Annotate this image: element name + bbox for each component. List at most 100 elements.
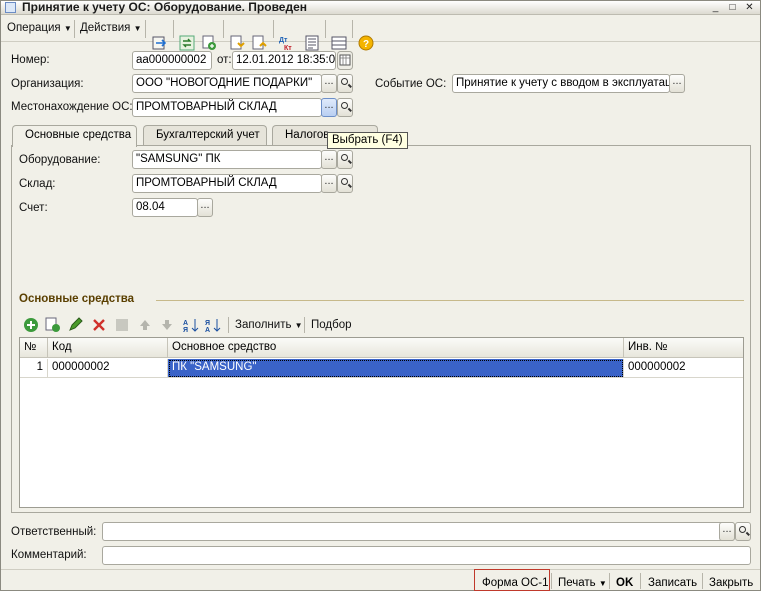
print-button[interactable]: Печать ▼ [558,577,607,589]
comment-label: Комментарий: [11,549,87,561]
event-label: Событие ОС: [375,78,447,90]
location-select-button[interactable]: ... [321,98,337,117]
toolbar-separator [702,573,703,589]
sort-ascending-icon[interactable]: AЯ [183,317,199,333]
toolbar-separator [551,573,552,589]
svg-text:A: A [205,327,210,333]
toolbar-separator [145,20,146,38]
tab-accounting[interactable]: Бухгалтерский учет [143,125,267,146]
equipment-field[interactable]: "SAMSUNG" ПК [132,150,322,169]
number-field[interactable]: аа000000002 [132,51,212,70]
post-and-close-icon[interactable] [152,35,168,51]
tab-fixed-assets[interactable]: Основные средства [12,125,137,147]
warehouse-open-button[interactable] [337,174,353,193]
column-header-inventory[interactable]: Инв. № [624,338,743,358]
title-bar: Принятие к учету ОС: Оборудование. Прове… [1,0,760,15]
add-row-icon[interactable] [23,317,39,333]
organization-label: Организация: [11,78,84,90]
minimize-icon[interactable]: _ [708,2,723,14]
organization-select-button[interactable]: ... [321,74,337,93]
location-open-button[interactable] [337,98,353,117]
warehouse-select-button[interactable]: ... [321,174,337,193]
tooltip: Выбрать (F4) [327,132,408,149]
asset-cell[interactable]: ПК "SAMSUNG" [168,359,624,378]
location-field[interactable]: ПРОМТОВАРНЫЙ СКЛАД [132,98,322,117]
magnifier-icon [341,154,348,161]
responsible-open-button[interactable] [735,522,751,541]
toolbar-separator [352,20,353,38]
magnifier-icon [739,526,746,533]
operation-menu[interactable]: Операция ▼ [7,22,72,34]
copy-document-icon[interactable] [201,35,217,51]
svg-text:Дт: Дт [279,37,288,44]
fill-menu[interactable]: Заполнить ▼ [235,319,303,331]
help-icon[interactable]: ? [358,35,374,51]
toolbar-separator [325,20,326,38]
maximize-icon[interactable]: □ [725,2,740,14]
report-icon[interactable] [304,35,320,51]
account-select-button[interactable]: ... [197,198,213,217]
organization-open-button[interactable] [337,74,353,93]
toolbar-separator [609,573,610,589]
assets-table[interactable]: № Код Основное средство Инв. № 1 0000000… [19,337,744,508]
svg-text:A: A [183,320,188,327]
section-title: Основные средства [19,293,135,305]
toolbar-separator [273,20,274,38]
column-header-number[interactable]: № [20,338,48,358]
calendar-icon[interactable] [337,51,353,70]
organization-field[interactable]: ООО "НОВОГОДНИЕ ПОДАРКИ" [132,74,322,93]
account-label: Счет: [19,202,48,214]
close-button[interactable]: Закрыть [709,577,753,589]
structure-icon[interactable] [331,35,347,51]
row-number-cell: 1 [20,359,48,378]
ok-button[interactable]: OK [616,577,633,589]
move-up-icon[interactable] [137,317,153,333]
toolbar-separator [173,20,174,38]
move-down-icon[interactable] [159,317,175,333]
bottom-bar [1,569,760,591]
toolbar-separator [228,317,229,333]
number-label: Номер: [11,54,50,66]
close-icon[interactable]: ✕ [742,2,757,14]
inventory-cell[interactable]: 000000002 [624,359,743,378]
toolbar: Операция ▼ Действия ▼ Дт Кт ? [1,16,760,51]
event-field[interactable]: Принятие к учету с вводом в эксплуатаци [452,74,670,93]
actions-menu[interactable]: Действия ▼ [80,22,142,34]
equipment-select-button[interactable]: ... [321,150,337,169]
responsible-field[interactable] [102,522,735,541]
date-field[interactable]: 12.01.2012 18:35:01 [232,51,336,70]
document-icon [5,2,16,13]
debit-credit-icon[interactable]: ДтКт [278,35,296,51]
window-title: Принятие к учету ОС: Оборудование. Прове… [22,0,307,14]
magnifier-icon [341,102,348,109]
sort-descending-icon[interactable]: ЯA [205,317,221,333]
document-window: Принятие к учету ОС: Оборудование. Прове… [0,0,761,591]
warehouse-label: Склад: [19,178,56,190]
warehouse-field[interactable]: ПРОМТОВАРНЫЙ СКЛАД [132,174,322,193]
svg-text:Я: Я [183,327,188,333]
column-header-code[interactable]: Код [48,338,168,358]
responsible-select-button[interactable]: ... [719,522,735,541]
post-document-icon[interactable] [229,35,245,51]
code-cell[interactable]: 000000002 [48,359,168,378]
location-label: Местонахождение ОС: [11,101,133,113]
comment-field[interactable] [102,546,751,565]
svg-text:?: ? [363,39,369,50]
end-edit-icon[interactable] [114,317,130,333]
toolbar-separator [74,20,75,38]
pick-button[interactable]: Подбор [311,319,352,331]
equipment-open-button[interactable] [337,150,353,169]
column-header-asset[interactable]: Основное средство [168,338,624,358]
magnifier-icon [341,178,348,185]
delete-row-icon[interactable] [91,317,107,333]
edit-row-icon[interactable] [67,317,83,333]
refresh-icon[interactable] [179,35,195,51]
form-os1-button[interactable]: Форма ОС-1 [482,577,549,589]
account-field[interactable]: 08.04 [132,198,198,217]
responsible-label: Ответственный: [11,526,97,538]
event-select-button[interactable]: ... [669,74,685,93]
save-button[interactable]: Записать [648,577,697,589]
section-divider [156,300,744,301]
copy-row-icon[interactable] [45,317,61,333]
unpost-document-icon[interactable] [251,35,267,51]
